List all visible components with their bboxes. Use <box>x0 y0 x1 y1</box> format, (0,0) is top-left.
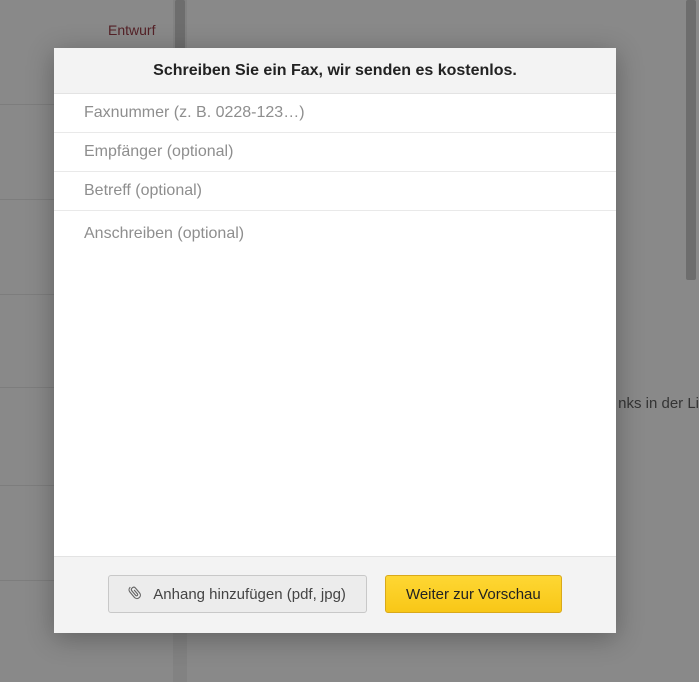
fax-number-input[interactable] <box>54 94 616 132</box>
add-attachment-label: Anhang hinzufügen (pdf, jpg) <box>153 586 346 603</box>
modal-footer: Anhang hinzufügen (pdf, jpg) Weiter zur … <box>54 556 616 633</box>
compose-fax-modal: Schreiben Sie ein Fax, wir senden es kos… <box>54 48 616 633</box>
subject-row <box>54 172 616 211</box>
cover-letter-row <box>54 211 616 556</box>
continue-preview-label: Weiter zur Vorschau <box>406 586 541 603</box>
subject-input[interactable] <box>54 172 616 210</box>
cover-letter-textarea[interactable] <box>54 211 616 551</box>
modal-header: Schreiben Sie ein Fax, wir senden es kos… <box>54 48 616 94</box>
recipient-input[interactable] <box>54 133 616 171</box>
continue-preview-button[interactable]: Weiter zur Vorschau <box>385 575 562 613</box>
fax-number-row <box>54 94 616 133</box>
modal-title: Schreiben Sie ein Fax, wir senden es kos… <box>153 62 517 79</box>
add-attachment-button[interactable]: Anhang hinzufügen (pdf, jpg) <box>108 575 367 613</box>
paperclip-icon <box>124 582 148 606</box>
recipient-row <box>54 133 616 172</box>
